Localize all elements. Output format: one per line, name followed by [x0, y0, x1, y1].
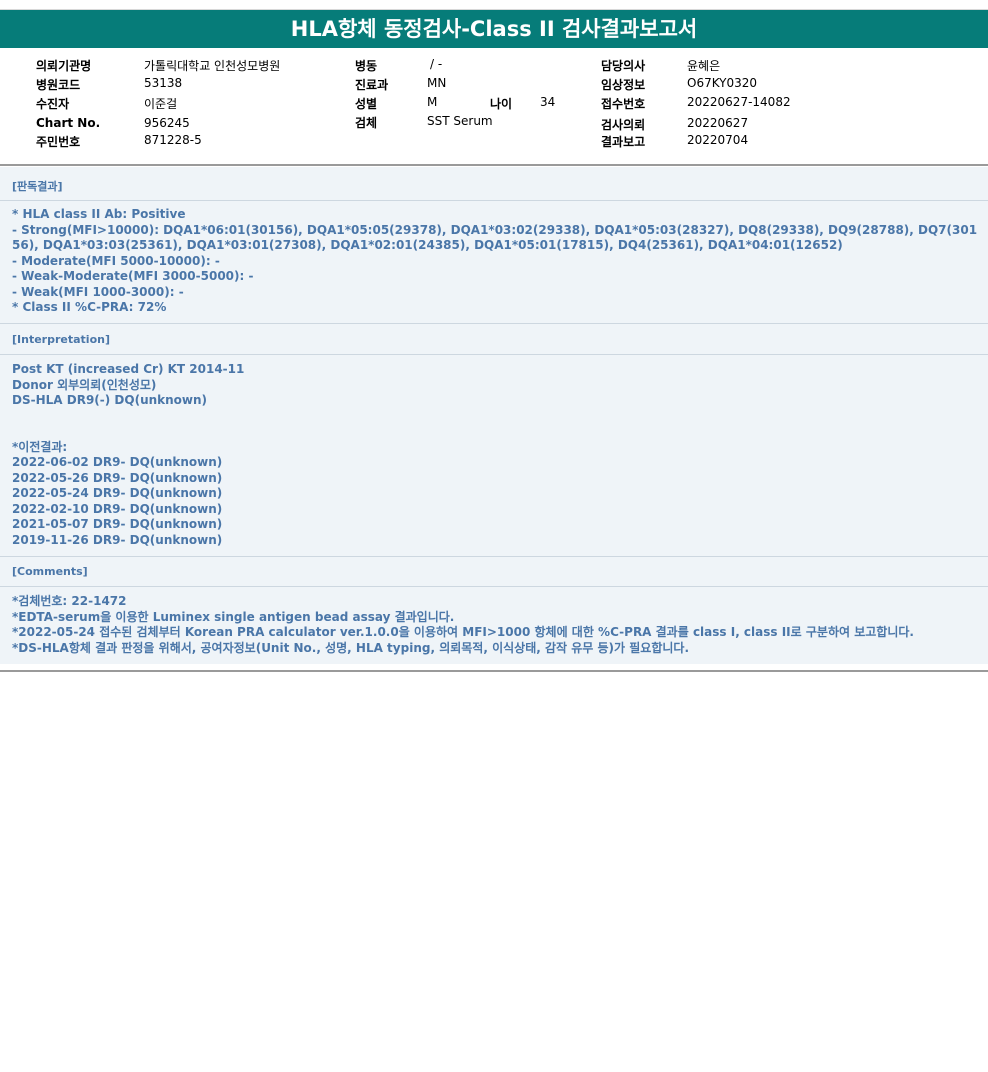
- value-request-date: 20220627: [687, 116, 749, 130]
- label-hospital-code: 병원코드: [36, 78, 81, 92]
- section-body-result: * HLA class II Ab: Positive - Strong(MFI…: [12, 207, 978, 314]
- value-age: 34: [540, 95, 556, 109]
- value-clinical-info: O67KY0320: [687, 76, 758, 90]
- section-title-result: [판독결과]: [12, 180, 63, 193]
- label-request-date: 검사의뢰: [601, 118, 646, 132]
- value-resident-no: 871228-5: [144, 133, 202, 147]
- value-accession-no: 20220627-14082: [687, 95, 791, 109]
- label-patient: 수진자: [36, 97, 70, 111]
- value-chart-no: 956245: [144, 116, 190, 130]
- label-clinical-info: 임상정보: [601, 78, 646, 92]
- label-ward: 병동: [355, 59, 378, 73]
- value-patient: 이준걸: [144, 97, 178, 111]
- value-ward: / -: [430, 57, 443, 71]
- section-divider: [0, 586, 988, 587]
- section-divider: [0, 556, 988, 557]
- label-chart-no: Chart No.: [36, 116, 101, 130]
- header-divider: [0, 164, 988, 166]
- report-title: HLA항체 동정검사-Class II 검사결과보고서: [0, 9, 988, 48]
- label-resident-no: 주민번호: [36, 135, 81, 149]
- value-institution: 가톨릭대학교 인천성모병원: [144, 59, 281, 73]
- section-divider: [0, 200, 988, 201]
- value-specimen: SST Serum: [427, 114, 493, 128]
- label-accession-no: 접수번호: [601, 97, 646, 111]
- label-physician: 담당의사: [601, 59, 646, 73]
- value-physician: 윤혜은: [687, 59, 721, 73]
- section-divider: [0, 323, 988, 324]
- section-body-interpretation: Post KT (increased Cr) KT 2014-11 Donor …: [12, 362, 245, 547]
- section-title-comments: [Comments]: [12, 565, 88, 578]
- label-institution: 의뢰기관명: [36, 59, 92, 73]
- label-report-date: 결과보고: [601, 135, 646, 149]
- report-body-panel: [판독결과] * HLA class II Ab: Positive - Str…: [0, 167, 988, 664]
- label-sex: 성별: [355, 97, 378, 111]
- label-age: 나이: [490, 97, 513, 111]
- section-title-interpretation: [Interpretation]: [12, 333, 110, 346]
- label-department: 진료과: [355, 78, 389, 92]
- section-body-comments: *검체번호: 22-1472 *EDTA-serum을 이용한 Luminex …: [12, 594, 914, 655]
- footer-divider: [0, 670, 988, 672]
- value-sex: M: [427, 95, 438, 109]
- section-divider: [0, 354, 988, 355]
- label-specimen: 검체: [355, 116, 378, 130]
- value-department: MN: [427, 76, 447, 90]
- value-report-date: 20220704: [687, 133, 749, 147]
- value-hospital-code: 53138: [144, 76, 183, 90]
